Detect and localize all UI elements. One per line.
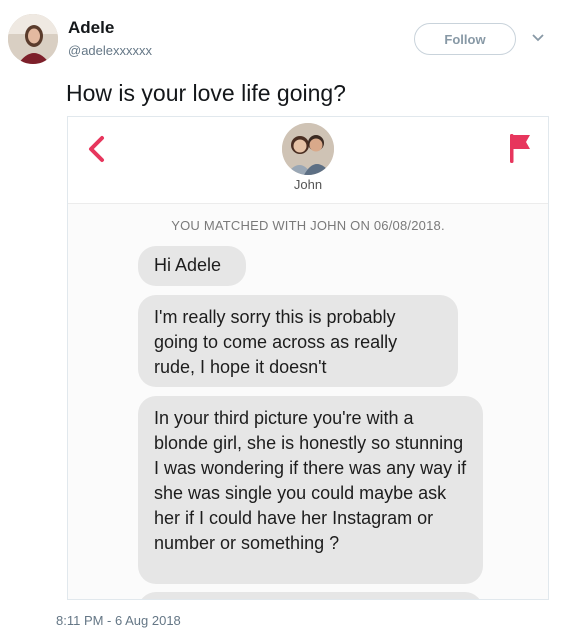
- follow-button[interactable]: Follow: [414, 23, 516, 55]
- message-bubble: In your third picture you're with a blon…: [138, 396, 483, 584]
- message-bubble: Hi Adele: [138, 246, 246, 286]
- message-thread[interactable]: YOU MATCHED WITH JOHN ON 06/08/2018. Hi …: [68, 204, 548, 599]
- match-name: John: [293, 177, 323, 192]
- tweet-timestamp[interactable]: 8:11 PM - 6 Aug 2018: [56, 613, 181, 628]
- match-avatar[interactable]: [282, 123, 334, 175]
- chevron-left-icon[interactable]: [86, 135, 106, 163]
- message-bubble: I'm really sorry this is probably going …: [138, 295, 458, 387]
- chat-screenshot: John YOU MATCHED WITH JOHN ON 06/08/2018…: [67, 116, 549, 600]
- chat-header: John: [68, 117, 548, 204]
- message-bubble-partial: [138, 592, 483, 599]
- flag-icon[interactable]: [507, 131, 533, 165]
- author-name[interactable]: Adele: [68, 18, 114, 38]
- author-avatar[interactable]: [8, 14, 58, 64]
- author-photo: [8, 14, 58, 64]
- chevron-down-icon[interactable]: [530, 30, 546, 46]
- author-handle[interactable]: @adelexxxxxx: [68, 43, 152, 58]
- match-photo: [282, 123, 334, 175]
- match-date-note: YOU MATCHED WITH JOHN ON 06/08/2018.: [171, 218, 445, 233]
- tweet-text: How is your love life going?: [66, 80, 346, 106]
